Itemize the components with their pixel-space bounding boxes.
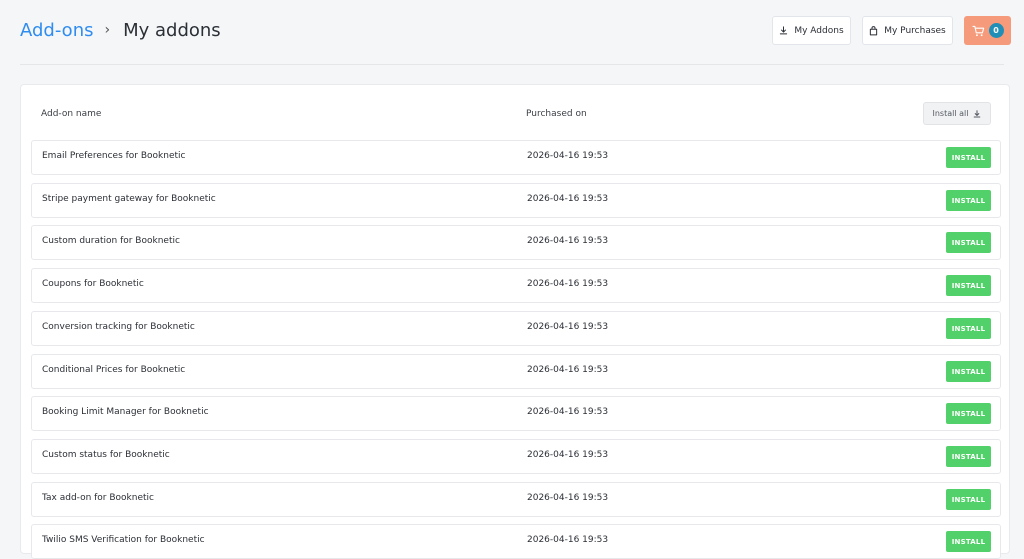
table-row: Stripe payment gateway for Booknetic 2026…: [31, 183, 1001, 218]
install-all-button[interactable]: Install all: [923, 102, 991, 125]
addons-table: Add-on name Purchased on Install all Ema…: [20, 84, 1010, 559]
install-all-label: Install all: [932, 109, 969, 118]
shopping-bag-icon: [870, 25, 878, 35]
my-addons-button[interactable]: My Addons: [772, 16, 851, 45]
breadcrumb-separator: ›: [104, 22, 111, 38]
addon-name: Twilio SMS Verification for Booknetic: [42, 535, 205, 545]
table-row: Email Preferences for Booknetic 2026-04-1…: [31, 140, 1001, 175]
page-title: My addons: [123, 19, 221, 41]
install-button[interactable]: INSTALL: [946, 147, 991, 168]
install-button[interactable]: INSTALL: [946, 318, 991, 339]
purchase-date: 2026-04-16 19:53: [527, 535, 609, 545]
header-divider: [20, 64, 1004, 65]
cart-count-badge: 0: [988, 23, 1004, 38]
addon-name: Custom status for Booknetic: [42, 450, 170, 460]
addon-name: Email Preferences for Booknetic: [42, 151, 186, 161]
cart-icon: [971, 25, 984, 36]
table-row: Coupons for Booknetic 2026-04-16 19:53 INS…: [31, 268, 1001, 303]
table-row: Conversion tracking for Booknetic 2026-04…: [31, 311, 1001, 346]
addon-name: Tax add-on for Booknetic: [42, 493, 154, 503]
install-button[interactable]: INSTALL: [946, 361, 991, 382]
install-button[interactable]: INSTALL: [946, 446, 991, 467]
purchase-date: 2026-04-16 19:53: [527, 450, 609, 460]
addon-name: Conversion tracking for Booknetic: [42, 322, 195, 332]
purchase-date: 2026-04-16 19:53: [527, 365, 609, 375]
purchase-date: 2026-04-16 19:53: [527, 407, 609, 417]
install-button[interactable]: INSTALL: [946, 275, 991, 296]
download-icon: [974, 109, 981, 118]
column-header-name: Add-on name: [41, 109, 102, 119]
column-header-purchased: Purchased on: [526, 109, 587, 119]
purchase-date: 2026-04-16 19:53: [527, 322, 609, 332]
table-row: Custom duration for Booknetic 2026-04-16 …: [31, 225, 1001, 260]
download-icon: [780, 26, 788, 35]
cart-button[interactable]: 0: [964, 16, 1011, 45]
purchase-date: 2026-04-16 19:53: [527, 236, 609, 246]
table-row: Twilio SMS Verification for Booknetic 202…: [31, 524, 1001, 559]
table-row: Custom status for Booknetic 2026-04-16 19…: [31, 439, 1001, 474]
addon-name: Booking Limit Manager for Booknetic: [42, 407, 209, 417]
my-purchases-button[interactable]: My Purchases: [862, 16, 953, 45]
install-button[interactable]: INSTALL: [946, 531, 991, 552]
addon-name: Coupons for Booknetic: [42, 279, 144, 289]
table-row: Tax add-on for Booknetic 2026-04-16 19:53…: [31, 482, 1001, 517]
my-addons-label: My Addons: [794, 25, 844, 36]
install-button[interactable]: INSTALL: [946, 403, 991, 424]
page-header: Add-ons › My addons My Addons My Purchas…: [0, 0, 1024, 64]
my-purchases-label: My Purchases: [884, 25, 946, 36]
addon-name: Custom duration for Booknetic: [42, 236, 180, 246]
table-row: Conditional Prices for Booknetic 2026-04-…: [31, 354, 1001, 389]
install-button[interactable]: INSTALL: [946, 232, 991, 253]
addon-name: Conditional Prices for Booknetic: [42, 365, 186, 375]
purchase-date: 2026-04-16 19:53: [527, 493, 609, 503]
purchase-date: 2026-04-16 19:53: [527, 151, 609, 161]
breadcrumb-addons-link[interactable]: Add-ons: [20, 20, 93, 41]
addon-name: Stripe payment gateway for Booknetic: [42, 194, 216, 204]
breadcrumb: Add-ons › My addons: [20, 17, 221, 43]
purchase-date: 2026-04-16 19:53: [527, 279, 609, 289]
install-button[interactable]: INSTALL: [946, 489, 991, 510]
purchase-date: 2026-04-16 19:53: [527, 194, 609, 204]
install-button[interactable]: INSTALL: [946, 190, 991, 211]
table-row: Booking Limit Manager for Booknetic 2026-…: [31, 396, 1001, 431]
